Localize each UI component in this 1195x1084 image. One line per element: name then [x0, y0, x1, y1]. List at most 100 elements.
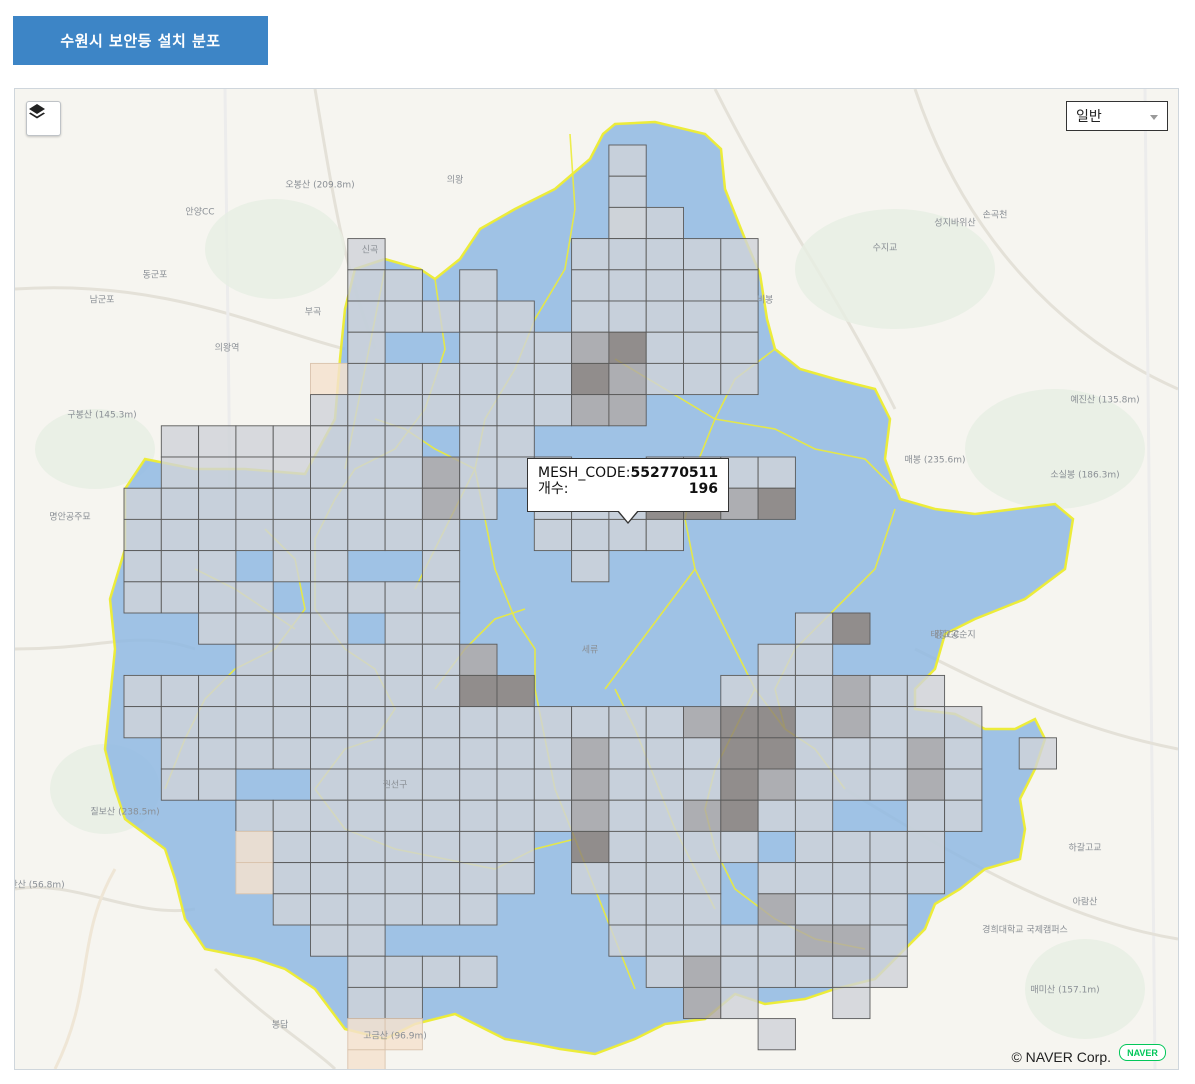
mesh-cell[interactable] [235, 518, 274, 552]
mesh-cell[interactable] [720, 269, 759, 302]
mesh-cell[interactable] [384, 487, 423, 520]
mesh-cell[interactable] [571, 300, 610, 333]
mesh-cell[interactable] [720, 768, 759, 801]
mesh-cell[interactable] [757, 862, 796, 895]
mesh-cell[interactable] [347, 1049, 386, 1069]
mesh-cell[interactable] [310, 893, 349, 926]
mesh-cell[interactable] [310, 768, 349, 801]
mesh-cell[interactable] [496, 425, 535, 458]
naver-logo[interactable]: NAVER [1119, 1044, 1166, 1061]
mesh-cell[interactable] [384, 394, 423, 427]
mesh-cell[interactable] [533, 331, 573, 364]
mesh-cell[interactable] [347, 830, 386, 864]
mesh-cell[interactable] [869, 924, 908, 957]
mesh-cell[interactable] [683, 924, 722, 957]
mesh-cell[interactable] [123, 487, 162, 520]
mesh-cell[interactable] [683, 269, 722, 302]
mesh-cell[interactable] [571, 706, 610, 739]
mesh-cell[interactable] [421, 487, 461, 520]
mesh-cell[interactable] [384, 456, 423, 489]
mesh-cell[interactable] [794, 643, 834, 676]
mesh-cell[interactable] [794, 830, 834, 864]
mesh-cell[interactable] [533, 737, 573, 770]
mesh-cell[interactable] [757, 456, 796, 489]
mesh-cell[interactable] [459, 893, 498, 926]
mesh-cell[interactable] [235, 737, 274, 770]
mesh-cell[interactable] [235, 830, 274, 864]
mesh-cell[interactable] [421, 581, 461, 614]
mesh-cell[interactable] [459, 862, 498, 895]
mesh-cell[interactable] [645, 862, 684, 895]
mesh-cell[interactable] [459, 768, 498, 801]
mesh-cell[interactable] [160, 550, 200, 583]
mesh-cell[interactable] [608, 238, 647, 271]
mesh-cell[interactable] [906, 768, 946, 801]
mesh-cell[interactable] [683, 768, 722, 801]
mesh-cell[interactable] [272, 456, 311, 489]
mesh-cell[interactable] [384, 986, 423, 1020]
mesh-cell[interactable] [608, 518, 647, 552]
mesh-cell[interactable] [421, 737, 461, 770]
mesh-cell[interactable] [123, 550, 162, 583]
mesh-cell[interactable] [384, 362, 423, 396]
mesh-cell[interactable] [198, 612, 237, 645]
mesh-cell[interactable] [757, 893, 796, 926]
map-container[interactable]: 오봉산 (209.8m) 안양CC 동군포 남군포 의왕역 구봉산 (145.3m) 명안공… [14, 88, 1179, 1070]
mesh-cell[interactable] [645, 518, 684, 552]
mesh-cell[interactable] [347, 986, 386, 1020]
mesh-cell[interactable] [944, 706, 983, 739]
mesh-cell[interactable] [160, 487, 200, 520]
mesh-cell[interactable] [645, 269, 684, 302]
mesh-cell[interactable] [832, 830, 871, 864]
mesh-cell[interactable] [608, 175, 647, 208]
mesh-cell[interactable] [683, 238, 722, 271]
mesh-cell[interactable] [533, 799, 573, 832]
mesh-cell[interactable] [794, 893, 834, 926]
mesh-cell[interactable] [757, 674, 796, 708]
mesh-cell[interactable] [645, 799, 684, 832]
mesh-cell[interactable] [832, 893, 871, 926]
mesh-cell[interactable] [794, 612, 834, 645]
mesh-cell[interactable] [384, 799, 423, 832]
mesh-cell[interactable] [608, 206, 647, 240]
mesh-cell[interactable] [310, 706, 349, 739]
mesh-cell[interactable] [832, 955, 871, 988]
mesh-cell[interactable] [608, 269, 647, 302]
mesh-cell[interactable] [235, 674, 274, 708]
mesh-cell[interactable] [608, 362, 647, 396]
mesh-cell[interactable] [421, 706, 461, 739]
mesh-cell[interactable] [310, 862, 349, 895]
mesh-cell[interactable] [160, 706, 200, 739]
mesh-cell[interactable] [347, 643, 386, 676]
mesh-cell[interactable] [310, 394, 349, 427]
mesh-cell[interactable] [720, 300, 759, 333]
mesh-cell[interactable] [608, 830, 647, 864]
page-title-tab[interactable]: 수원시 보안등 설치 분포 [13, 16, 268, 65]
mesh-cell[interactable] [272, 830, 311, 864]
mesh-cell[interactable] [869, 737, 908, 770]
mesh-cell[interactable] [235, 862, 274, 895]
mesh-cell[interactable] [571, 830, 610, 864]
mesh-cell[interactable] [533, 518, 573, 552]
mesh-cell[interactable] [272, 862, 311, 895]
mesh-cell[interactable] [310, 550, 349, 583]
mesh-cell[interactable] [496, 830, 535, 864]
mesh-cell[interactable] [421, 643, 461, 676]
mesh-cell[interactable] [459, 300, 498, 333]
mesh-cell[interactable] [347, 487, 386, 520]
mesh-cell[interactable] [384, 269, 423, 302]
mesh-cell[interactable] [720, 830, 759, 864]
mesh-cell[interactable] [794, 737, 834, 770]
mesh-cell[interactable] [459, 394, 498, 427]
mesh-cell[interactable] [384, 518, 423, 552]
mesh-cell[interactable] [347, 362, 386, 396]
mesh-cell[interactable] [794, 674, 834, 708]
mesh-cell[interactable] [720, 799, 759, 832]
mesh-cell[interactable] [310, 612, 349, 645]
mesh-cell[interactable] [421, 362, 461, 396]
mesh-cell[interactable] [384, 955, 423, 988]
mesh-cell[interactable] [757, 1018, 796, 1051]
mesh-cell[interactable] [608, 331, 647, 364]
mesh-cell[interactable] [198, 706, 237, 739]
mesh-cell[interactable] [794, 768, 834, 801]
